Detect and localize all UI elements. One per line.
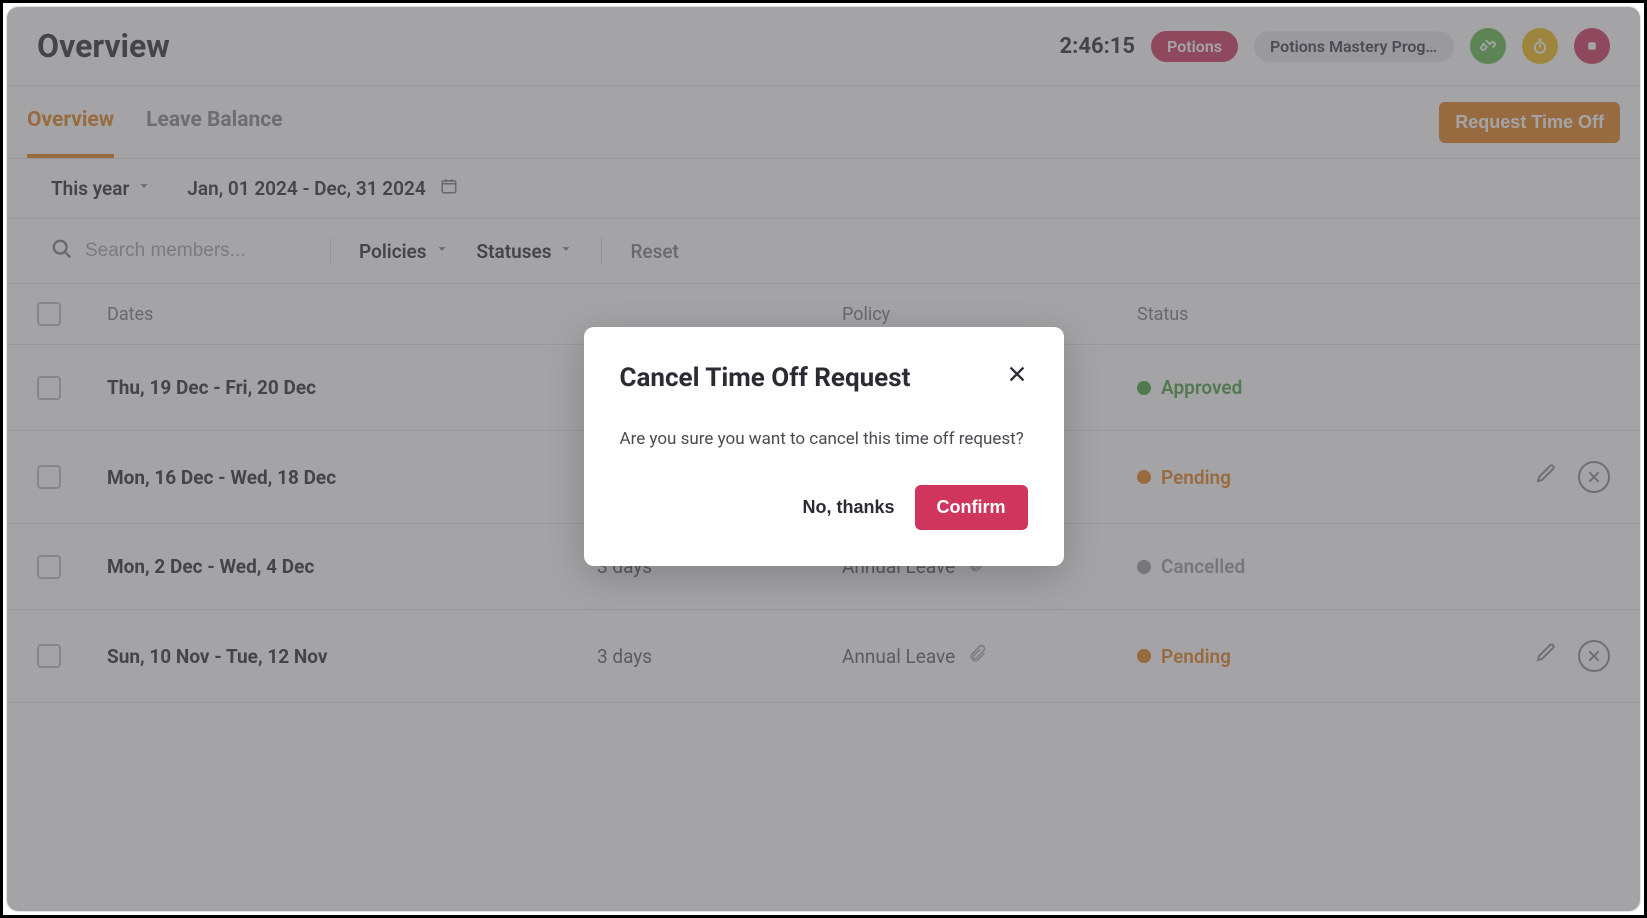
- cancel-request-modal: Cancel Time Off Request Are you sure you…: [584, 327, 1064, 566]
- modal-actions: No, thanks Confirm: [620, 485, 1028, 530]
- modal-header: Cancel Time Off Request: [620, 363, 1028, 393]
- close-icon: [1006, 363, 1028, 385]
- modal-close-button[interactable]: [1006, 363, 1028, 389]
- modal-body: Are you sure you want to cancel this tim…: [620, 429, 1028, 449]
- modal-overlay[interactable]: Cancel Time Off Request Are you sure you…: [7, 7, 1640, 911]
- modal-cancel-button[interactable]: No, thanks: [802, 497, 894, 518]
- modal-title: Cancel Time Off Request: [620, 363, 911, 393]
- modal-confirm-button[interactable]: Confirm: [915, 485, 1028, 530]
